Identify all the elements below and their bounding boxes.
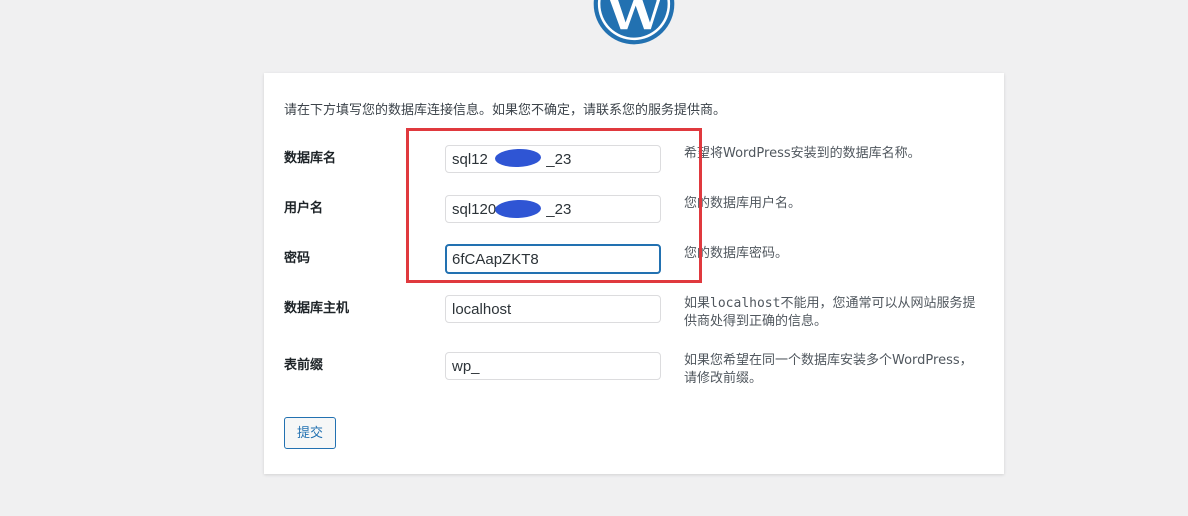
dbhost-input[interactable] bbox=[445, 295, 661, 323]
dbname-label: 数据库名 bbox=[284, 151, 337, 166]
prefix-input[interactable] bbox=[445, 352, 661, 380]
dbname-description: 希望将WordPress安装到的数据库名称。 bbox=[684, 146, 921, 161]
dbhost-label: 数据库主机 bbox=[284, 301, 350, 316]
prefix-description: 如果您希望在同一个数据库安装多个WordPress，请修改前缀。 bbox=[684, 353, 973, 386]
annotation-highlight-box bbox=[406, 128, 702, 283]
wordpress-logo-icon bbox=[593, 0, 675, 45]
submit-button[interactable]: 提交 bbox=[284, 417, 336, 449]
dbhost-description: 如果localhost不能用，您通常可以从网站服务提供商处得到正确的信息。 bbox=[684, 295, 984, 331]
dbhost-desc-pre: 如果 bbox=[684, 296, 711, 311]
password-label: 密码 bbox=[284, 251, 311, 266]
dbhost-desc-code: localhost bbox=[710, 296, 781, 311]
intro-text: 请在下方填写您的数据库连接信息。如果您不确定，请联系您的服务提供商。 bbox=[284, 103, 727, 118]
prefix-label: 表前缀 bbox=[284, 358, 324, 373]
username-description: 您的数据库用户名。 bbox=[684, 196, 802, 211]
username-label: 用户名 bbox=[284, 201, 324, 216]
password-description: 您的数据库密码。 bbox=[684, 246, 789, 261]
